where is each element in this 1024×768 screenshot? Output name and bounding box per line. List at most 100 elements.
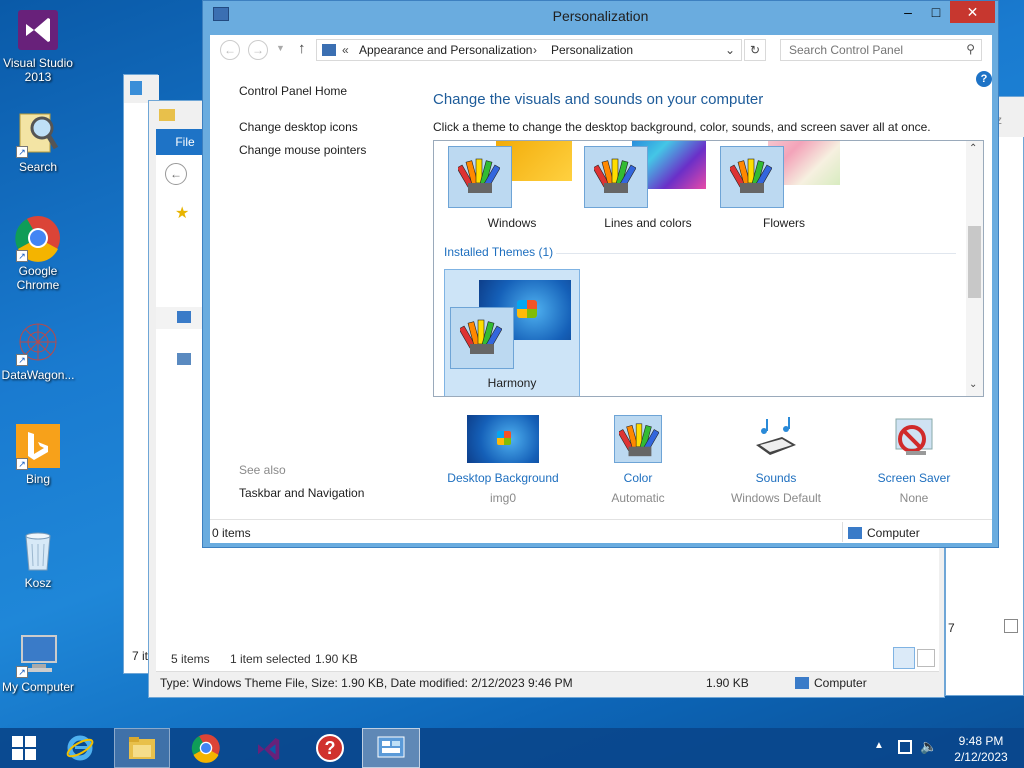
- scroll-down-icon[interactable]: ⌄: [969, 379, 977, 390]
- palette-icon: [458, 158, 500, 193]
- search-input[interactable]: [781, 40, 951, 60]
- desktop-icon-visual-studio[interactable]: Visual Studio 2013: [0, 6, 76, 84]
- back-button[interactable]: ←: [220, 40, 240, 60]
- chrome-icon: ↗: [14, 214, 62, 262]
- breadcrumb-appearance[interactable]: Appearance and Personalization: [359, 43, 532, 57]
- network-icon: [177, 353, 191, 365]
- theme-item-windows[interactable]: Windows: [448, 141, 576, 233]
- address-dropdown-icon[interactable]: ⌄: [725, 43, 735, 57]
- large-icons-view-button[interactable]: [917, 649, 935, 667]
- folder-icon: [159, 109, 175, 121]
- breadcrumb-personalization[interactable]: Personalization: [551, 43, 633, 57]
- clock[interactable]: 9:48 PM 2/12/2023: [946, 733, 1016, 765]
- desktop-icon-label: Visual Studio 2013: [3, 56, 73, 84]
- see-also-heading: See also: [239, 463, 286, 477]
- show-hidden-icons[interactable]: ▲: [874, 740, 884, 751]
- status-size: 1.90 KB: [315, 652, 358, 666]
- clock-date: 2/12/2023: [954, 750, 1008, 764]
- minimize-button[interactable]: –: [895, 1, 921, 23]
- clock-time: 9:48 PM: [958, 734, 1004, 748]
- theme-name: Lines and colors: [604, 216, 692, 230]
- desktop-icon-label: Kosz: [24, 576, 52, 590]
- taskbar-help[interactable]: ?: [302, 728, 358, 768]
- breadcrumb-prefix[interactable]: «: [342, 43, 349, 57]
- desktop-icon-bing[interactable]: ↗ Bing: [0, 422, 76, 486]
- setting-desktop-background[interactable]: Desktop Background img0: [438, 415, 568, 505]
- forward-button[interactable]: →: [248, 40, 268, 60]
- refresh-button[interactable]: ↻: [744, 39, 766, 61]
- close-button[interactable]: ✕: [950, 1, 995, 23]
- internet-explorer-icon: [66, 735, 94, 761]
- setting-label[interactable]: Sounds: [718, 471, 834, 485]
- setting-value: Windows Default: [730, 491, 822, 505]
- theme-item-lines-and-colors[interactable]: Lines and colors: [584, 141, 712, 233]
- visual-studio-icon: [14, 6, 62, 54]
- details-location: Computer: [814, 676, 867, 690]
- recent-dropdown-icon[interactable]: ▼: [276, 43, 285, 53]
- details-view-button[interactable]: [893, 647, 915, 669]
- desktop-icon-datawagon[interactable]: ↗ DataWagon...: [0, 318, 76, 382]
- computer-icon: [848, 527, 862, 539]
- network-icon[interactable]: [898, 740, 912, 754]
- change-desktop-icons-link[interactable]: Change desktop icons: [239, 120, 358, 134]
- title-bar[interactable]: Personalization – □ ✕: [203, 1, 998, 31]
- theme-item-harmony[interactable]: Harmony: [444, 269, 580, 396]
- status-location: Computer: [867, 526, 920, 540]
- status-items: 0 items: [212, 526, 251, 540]
- search-box[interactable]: ⚲: [780, 39, 982, 61]
- desktop-icon-search[interactable]: ↗ Search: [0, 110, 76, 174]
- setting-value: None: [899, 491, 929, 505]
- setting-label[interactable]: Color: [582, 471, 694, 485]
- setting-label[interactable]: Desktop Background: [438, 471, 568, 485]
- address-bar[interactable]: « Appearance and Personalization › Perso…: [316, 39, 742, 61]
- theme-name: Windows: [487, 216, 537, 230]
- status-selected: 1 item selected: [230, 652, 311, 666]
- star-icon: ★: [175, 205, 190, 222]
- page-subheading: Click a theme to change the desktop back…: [433, 120, 931, 134]
- taskbar-navigation-link[interactable]: Taskbar and Navigation: [239, 486, 364, 500]
- taskbar: ? ▲ 🔈 9:48 PM 2/12/2023: [0, 728, 1024, 768]
- desktop-icon-chrome[interactable]: ↗ Google Chrome: [0, 214, 76, 292]
- view-details-icon[interactable]: [1004, 619, 1018, 633]
- taskbar-internet-explorer[interactable]: [52, 728, 108, 768]
- setting-screen-saver[interactable]: Screen Saver None: [862, 415, 966, 505]
- page-heading: Change the visuals and sounds on your co…: [433, 91, 764, 108]
- theme-name: Harmony: [487, 376, 537, 390]
- taskbar-file-explorer[interactable]: [114, 728, 170, 768]
- details-size: 1.90 KB: [706, 676, 749, 690]
- desktop-icon-label: Google Chrome: [16, 264, 60, 292]
- desktop-icon-label: Bing: [25, 472, 51, 486]
- windows-logo-icon: [497, 431, 511, 445]
- taskbar-control-panel[interactable]: [362, 728, 420, 768]
- control-panel-icon: [377, 736, 405, 758]
- setting-color[interactable]: Color Automatic: [582, 415, 694, 505]
- up-button[interactable]: ↑: [298, 40, 306, 57]
- installed-themes-label: Installed Themes (1): [444, 245, 554, 259]
- change-mouse-pointers-link[interactable]: Change mouse pointers: [239, 143, 366, 157]
- computer-icon: ↗: [14, 630, 62, 678]
- volume-icon[interactable]: 🔈: [920, 738, 937, 755]
- maximize-button[interactable]: □: [923, 1, 949, 23]
- taskbar-visual-studio[interactable]: [240, 728, 296, 768]
- control-panel-home-link[interactable]: Control Panel Home: [239, 84, 347, 98]
- taskbar-chrome[interactable]: [178, 728, 234, 768]
- start-button[interactable]: [0, 728, 48, 768]
- back-arrow-icon[interactable]: ←: [165, 163, 187, 185]
- desktop-icon-my-computer[interactable]: ↗ My Computer: [0, 630, 76, 694]
- help-icon[interactable]: ?: [976, 71, 992, 87]
- folder-icon: [129, 737, 155, 759]
- desktop-icon-recycle-bin[interactable]: Kosz: [0, 526, 76, 590]
- theme-list[interactable]: Windows Lines and colors Flowers Install…: [433, 140, 984, 397]
- desktop-icon-label: Search: [18, 160, 58, 174]
- scroll-up-icon[interactable]: ⌃: [969, 143, 977, 154]
- separator: [556, 253, 956, 254]
- visual-studio-icon: [258, 738, 280, 761]
- personalization-window[interactable]: Personalization – □ ✕ ← → ▼ ↑ « Appearan…: [202, 0, 999, 548]
- scrollbar[interactable]: ⌃ ⌄: [966, 141, 983, 396]
- palette-icon: [460, 319, 502, 354]
- scrollbar-thumb[interactable]: [968, 226, 981, 298]
- search-icon[interactable]: ⚲: [966, 42, 975, 56]
- theme-item-flowers[interactable]: Flowers: [720, 141, 848, 233]
- setting-sounds[interactable]: Sounds Windows Default: [718, 415, 834, 505]
- setting-label[interactable]: Screen Saver: [862, 471, 966, 485]
